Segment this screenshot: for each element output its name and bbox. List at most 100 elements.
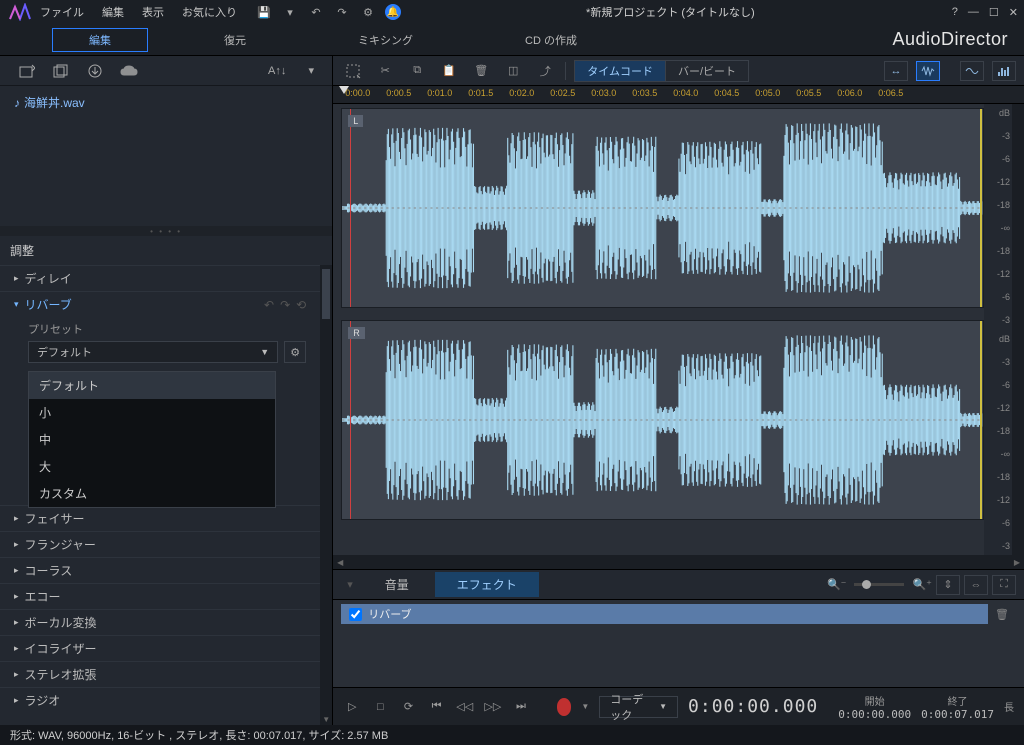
barbeat-button[interactable]: バー/ビート bbox=[666, 61, 748, 81]
view-mode-2-icon[interactable] bbox=[916, 61, 940, 81]
collapse-icon[interactable]: ▾ bbox=[347, 578, 353, 591]
timeline-ruler[interactable]: 0:00.00:00.50:01.00:01.50:02.00:02.50:03… bbox=[333, 86, 1024, 104]
rewind-icon[interactable]: ◁◁ bbox=[456, 696, 474, 718]
preset-option-medium[interactable]: 中 bbox=[29, 426, 275, 453]
zoom-out-icon[interactable]: 🔍⁻ bbox=[827, 578, 847, 591]
end-marker[interactable] bbox=[980, 321, 982, 519]
minimize-icon[interactable]: — bbox=[968, 6, 979, 19]
zoom-slider[interactable] bbox=[854, 583, 904, 586]
fx-delete-icon[interactable]: 🗑 bbox=[995, 609, 1009, 621]
preset-option-default[interactable]: デフォルト bbox=[29, 372, 275, 399]
waveform-right-channel[interactable]: R bbox=[341, 320, 984, 520]
delete-icon[interactable]: 🗑 bbox=[469, 60, 493, 82]
cut-icon[interactable]: ✂ bbox=[373, 60, 397, 82]
preset-option-large[interactable]: 大 bbox=[29, 453, 275, 480]
effect-eq[interactable]: ▸イコライザー bbox=[0, 635, 320, 661]
tab-effect[interactable]: エフェクト bbox=[435, 572, 539, 597]
close-icon[interactable]: ✕ bbox=[1009, 6, 1018, 19]
record-options-icon[interactable]: ▼ bbox=[581, 702, 589, 711]
record-button[interactable] bbox=[557, 698, 572, 716]
save-icon[interactable]: 💾 bbox=[255, 3, 273, 21]
view-mode-1-icon[interactable]: ↔ bbox=[884, 61, 908, 81]
skip-start-icon[interactable]: ⏮ bbox=[428, 696, 446, 718]
mode-restore[interactable]: 復元 bbox=[188, 29, 282, 51]
timecode-button[interactable]: タイムコード bbox=[575, 61, 666, 81]
forward-icon[interactable]: ▷▷ bbox=[484, 696, 502, 718]
sort-button[interactable]: A↑↓ bbox=[268, 62, 286, 80]
effect-stereo[interactable]: ▸ステレオ拡張 bbox=[0, 661, 320, 687]
menu-favorites[interactable]: お気に入り bbox=[182, 4, 237, 20]
ruler-tick: 0:01.5 bbox=[468, 88, 493, 98]
ruler-tick: 0:05.0 bbox=[755, 88, 780, 98]
mode-edit[interactable]: 編集 bbox=[52, 28, 148, 52]
paste-icon[interactable]: 📋 bbox=[437, 60, 461, 82]
end-marker[interactable] bbox=[980, 109, 982, 307]
effect-echo[interactable]: ▸エコー bbox=[0, 583, 320, 609]
redo-icon[interactable]: ↷ bbox=[333, 3, 351, 21]
download-icon[interactable] bbox=[86, 62, 104, 80]
export-icon[interactable]: ⤴ bbox=[533, 60, 557, 82]
scroll-left-icon[interactable]: ◀ bbox=[333, 555, 347, 569]
effect-chorus[interactable]: ▸コーラス bbox=[0, 557, 320, 583]
preset-select[interactable]: デフォルト ▼ bbox=[28, 341, 278, 363]
preset-option-custom[interactable]: カスタム bbox=[29, 480, 275, 507]
start-marker[interactable] bbox=[350, 321, 351, 519]
view-wave-icon[interactable] bbox=[960, 61, 984, 81]
effect-phaser[interactable]: ▸フェイサー bbox=[0, 505, 320, 531]
crop-icon[interactable]: ◫ bbox=[501, 60, 525, 82]
help-icon[interactable]: ? bbox=[952, 6, 958, 19]
tab-volume[interactable]: 音量 bbox=[363, 572, 431, 597]
scroll-down-icon[interactable]: ▼ bbox=[320, 713, 332, 725]
selection-tool-icon[interactable] bbox=[341, 60, 365, 82]
mode-cd[interactable]: CD の作成 bbox=[489, 29, 613, 51]
wave-vscrollbar[interactable] bbox=[1012, 104, 1024, 555]
fx-enable-checkbox[interactable] bbox=[349, 608, 362, 621]
view-spectrum-icon[interactable] bbox=[992, 61, 1016, 81]
window-title: *新規プロジェクト (タイトルなし) bbox=[401, 4, 940, 20]
notification-icon[interactable]: 🔔 bbox=[385, 4, 401, 20]
scrollbar-thumb[interactable] bbox=[322, 269, 330, 319]
undo-icon[interactable]: ↶ bbox=[307, 3, 325, 21]
effect-vocal[interactable]: ▸ボーカル変換 bbox=[0, 609, 320, 635]
playhead-icon[interactable] bbox=[339, 86, 349, 94]
zoom-horiz-icon[interactable]: ⇔ bbox=[964, 575, 988, 595]
library-icon[interactable] bbox=[52, 62, 70, 80]
codec-button[interactable]: コーデック▼ bbox=[599, 696, 678, 718]
menu-view[interactable]: 表示 bbox=[142, 4, 164, 20]
copy-icon[interactable]: ⧉ bbox=[405, 60, 429, 82]
scroll-right-icon[interactable]: ▶ bbox=[1010, 555, 1024, 569]
cloud-icon[interactable] bbox=[120, 62, 138, 80]
effect-delay[interactable]: ▸ディレイ bbox=[0, 265, 320, 291]
effect-radio[interactable]: ▸ラジオ bbox=[0, 687, 320, 713]
settings-icon[interactable]: ⚙ bbox=[359, 3, 377, 21]
effects-scrollbar[interactable]: ▼ bbox=[320, 265, 332, 725]
fx-item-reverb[interactable]: リバーブ bbox=[341, 604, 988, 624]
maximize-icon[interactable]: ☐ bbox=[989, 6, 999, 19]
menu-file[interactable]: ファイル bbox=[40, 4, 84, 20]
waveform-left-channel[interactable]: L bbox=[341, 108, 984, 308]
reset-icon[interactable]: ⟲ bbox=[296, 298, 306, 312]
file-item[interactable]: ♪ 海鮮丼.wav bbox=[10, 92, 322, 113]
dropdown-icon[interactable]: ▾ bbox=[281, 3, 299, 21]
start-marker[interactable] bbox=[350, 109, 351, 307]
mode-mixing[interactable]: ミキシング bbox=[322, 29, 449, 51]
skip-end-icon[interactable]: ⏭ bbox=[512, 696, 530, 718]
sort-caret-icon[interactable]: ▾ bbox=[302, 62, 320, 80]
zoom-vert-icon[interactable]: ⇕ bbox=[936, 575, 960, 595]
panel-splitter[interactable]: • • • • bbox=[0, 226, 332, 236]
loop-icon[interactable]: ⟳ bbox=[399, 696, 417, 718]
wave-hscrollbar[interactable]: ◀ ▶ bbox=[333, 555, 1024, 569]
preset-settings-icon[interactable]: ⚙ bbox=[284, 341, 306, 363]
ruler-tick: 0:04.5 bbox=[714, 88, 739, 98]
import-file-icon[interactable] bbox=[18, 62, 36, 80]
effect-reverb[interactable]: ▾リバーブ ↶↷⟲ bbox=[0, 291, 320, 317]
zoom-fit-icon[interactable]: ⛶ bbox=[992, 575, 1016, 595]
stop-icon[interactable]: □ bbox=[371, 696, 389, 718]
menu-edit[interactable]: 編集 bbox=[102, 4, 124, 20]
effect-flanger[interactable]: ▸フランジャー bbox=[0, 531, 320, 557]
zoom-in-icon[interactable]: 🔍⁺ bbox=[912, 578, 932, 591]
undo-icon[interactable]: ↶ bbox=[264, 298, 274, 312]
preset-option-small[interactable]: 小 bbox=[29, 399, 275, 426]
play-icon[interactable]: ▷ bbox=[343, 696, 361, 718]
redo-icon[interactable]: ↷ bbox=[280, 298, 290, 312]
